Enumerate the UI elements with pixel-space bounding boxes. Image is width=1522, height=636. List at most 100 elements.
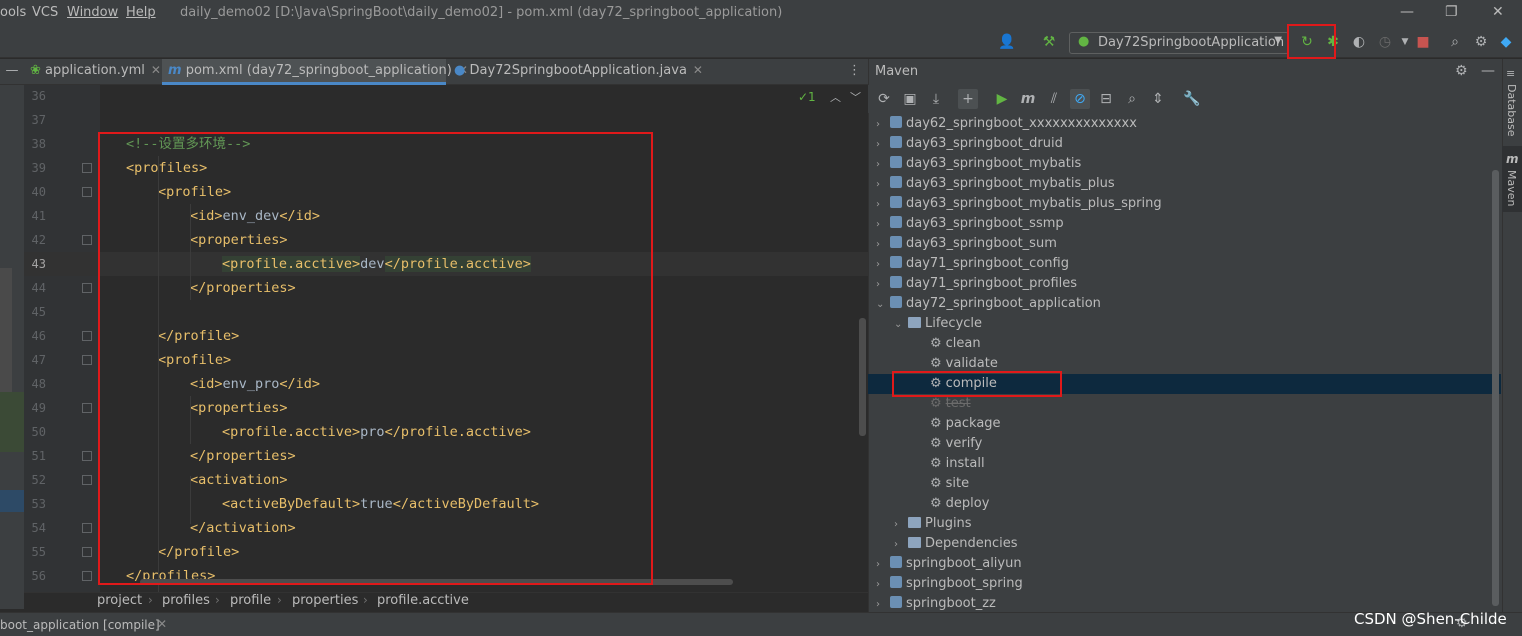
chevron-right-icon[interactable]: › — [876, 155, 890, 175]
maven-project-item[interactable]: › day63_springboot_mybatis — [876, 154, 1081, 174]
side-tab-maven[interactable]: Maven — [1505, 170, 1518, 206]
wrench-icon[interactable]: 🔧 — [1182, 89, 1202, 109]
maven-project-item[interactable]: › day71_springboot_config — [876, 254, 1069, 274]
chevron-down-icon[interactable]: ⌄ — [894, 315, 908, 335]
settings-gear-icon[interactable]: ⚙ — [1472, 33, 1490, 51]
next-highlight-icon[interactable]: ﹀ — [850, 89, 861, 105]
crumb-profile[interactable]: profile — [230, 593, 271, 608]
prev-highlight-icon[interactable]: ︿ — [830, 89, 841, 105]
maven-project-item[interactable]: › springboot_aliyun — [876, 554, 1022, 574]
show-dependencies-icon[interactable]: ⊟ — [1096, 89, 1116, 109]
toggle-offline-icon[interactable]: ⫽ — [1044, 89, 1064, 109]
crumb-project[interactable]: project — [97, 593, 142, 608]
chevron-right-icon[interactable]: › — [876, 195, 890, 215]
crumb-profiles[interactable]: profiles — [162, 593, 210, 608]
tab-pom-xml[interactable]: m pom.xml (day72_springboot_application)… — [162, 59, 468, 85]
close-window-icon[interactable]: ✕ — [1492, 4, 1504, 20]
profile-icon[interactable]: ◷ — [1376, 33, 1394, 51]
chevron-right-icon[interactable]: › — [894, 535, 908, 555]
plugins-node[interactable]: › Plugins — [894, 514, 972, 534]
execute-goal-icon[interactable]: m — [1018, 89, 1038, 109]
crumb-properties[interactable]: properties — [292, 593, 358, 608]
minimize-icon[interactable]: — — [1400, 4, 1414, 20]
chevron-down-icon[interactable]: ⌄ — [876, 295, 890, 315]
tab-day72-java[interactable]: ● Day72SpringbootApplication.java ✕ — [454, 59, 703, 85]
chevron-right-icon[interactable]: › — [876, 115, 890, 135]
inspection-widget[interactable]: ✓1 — [798, 90, 816, 104]
fold-marker-icon[interactable] — [82, 475, 92, 485]
menu-window[interactable]: Window — [67, 5, 118, 20]
download-icon[interactable]: ⤓ — [926, 89, 946, 109]
lifecycle-goal-deploy[interactable]: ⚙ deploy — [930, 494, 989, 514]
maven-project-item[interactable]: › day71_springboot_profiles — [876, 274, 1077, 294]
side-tab-database[interactable]: Database — [1505, 84, 1518, 137]
maven-project-item[interactable]: › day62_springboot_xxxxxxxxxxxxxx — [876, 114, 1137, 134]
chevron-right-icon[interactable]: › — [876, 555, 890, 575]
coverage-icon[interactable]: ◐ — [1350, 33, 1368, 51]
maven-scrollbar[interactable] — [1492, 170, 1499, 606]
maven-project-item[interactable]: › day63_springboot_druid — [876, 134, 1063, 154]
fold-marker-icon[interactable] — [82, 547, 92, 557]
lifecycle-goal-clean[interactable]: ⚙ clean — [930, 334, 981, 354]
crumb-profile-acctive[interactable]: profile.acctive — [377, 593, 469, 608]
maven-settings-gear-icon[interactable]: ⚙ — [1455, 63, 1468, 79]
lifecycle-goal-package[interactable]: ⚙ package — [930, 414, 1001, 434]
skip-tests-icon[interactable]: ⊘ — [1070, 89, 1090, 109]
lifecycle-goal-site[interactable]: ⚙ site — [930, 474, 969, 494]
close-tab-icon[interactable]: ✕ — [151, 63, 161, 77]
chevron-right-icon[interactable]: › — [876, 275, 890, 295]
fold-marker-icon[interactable] — [82, 523, 92, 533]
run-maven-icon[interactable]: ▶ — [992, 89, 1012, 109]
run-config-select[interactable]: Day72SpringbootApplication ▼ ● — [1069, 32, 1289, 54]
fold-marker-icon[interactable] — [82, 403, 92, 413]
fold-marker-icon[interactable] — [82, 283, 92, 293]
fold-marker-icon[interactable] — [82, 355, 92, 365]
toolbox-icon[interactable]: ◆ — [1497, 33, 1515, 51]
chevron-right-icon[interactable]: › — [876, 235, 890, 255]
restore-icon[interactable]: ❐ — [1445, 4, 1458, 20]
chevron-right-icon[interactable]: › — [876, 575, 890, 595]
fold-marker-icon[interactable] — [82, 571, 92, 581]
chevron-right-icon[interactable]: › — [876, 175, 890, 195]
chevron-right-icon[interactable]: › — [876, 255, 890, 275]
fold-marker-icon[interactable] — [82, 163, 92, 173]
tab-menu-icon[interactable]: — — [0, 59, 24, 85]
menu-vcs[interactable]: VCS — [32, 5, 58, 20]
collapse-all-icon[interactable]: ⇕ — [1148, 89, 1168, 109]
maven-hide-icon[interactable]: — — [1481, 63, 1495, 79]
chevron-right-icon[interactable]: › — [876, 135, 890, 155]
tab-application-yml[interactable]: ❀ application.yml ✕ — [30, 59, 161, 85]
menu-help[interactable]: Help — [126, 5, 156, 20]
menu-tools[interactable]: ools — [0, 5, 26, 20]
maven-project-item[interactable]: › day63_springboot_ssmp — [876, 214, 1064, 234]
close-tab-icon[interactable]: ✕ — [693, 63, 703, 77]
stop-icon[interactable]: ■ — [1414, 33, 1432, 51]
close-status-icon[interactable]: ✕ — [157, 617, 167, 631]
fold-marker-icon[interactable] — [82, 451, 92, 461]
chevron-right-icon[interactable]: › — [894, 515, 908, 535]
fold-marker-icon[interactable] — [82, 187, 92, 197]
maven-project-item[interactable]: › day63_springboot_mybatis_plus_spring — [876, 194, 1162, 214]
reload-icon[interactable]: ⟳ — [874, 89, 894, 109]
maven-project-item[interactable]: › springboot_zz — [876, 594, 996, 614]
fold-marker-icon[interactable] — [82, 235, 92, 245]
maven-project-item[interactable]: › day63_springboot_sum — [876, 234, 1057, 254]
user-icon[interactable]: 👤 — [998, 33, 1016, 51]
dependencies-node[interactable]: › Dependencies — [894, 534, 1018, 554]
maven-project-item[interactable]: › day63_springboot_mybatis_plus — [876, 174, 1115, 194]
search-icon[interactable]: ⌕ — [1446, 33, 1464, 51]
editor-vertical-scrollbar[interactable] — [859, 318, 866, 436]
find-icon[interactable]: ⌕ — [1122, 89, 1142, 109]
build-hammer-icon[interactable]: ⚒ — [1040, 33, 1058, 51]
generate-sources-icon[interactable]: ▣ — [900, 89, 920, 109]
more-run-chevron-icon[interactable]: ▼ — [1396, 33, 1414, 51]
lifecycle-goal-test[interactable]: ⚙ test — [930, 394, 971, 414]
chevron-right-icon[interactable]: › — [876, 215, 890, 235]
lifecycle-node[interactable]: ⌄ Lifecycle — [894, 314, 982, 334]
maven-project-item[interactable]: ⌄ day72_springboot_application — [876, 294, 1101, 314]
lifecycle-goal-install[interactable]: ⚙ install — [930, 454, 985, 474]
add-icon[interactable]: + — [958, 89, 978, 109]
lifecycle-goal-verify[interactable]: ⚙ verify — [930, 434, 982, 454]
maven-project-item[interactable]: › springboot_spring — [876, 574, 1023, 594]
tab-overflow-icon[interactable]: ⋮ — [848, 59, 861, 85]
